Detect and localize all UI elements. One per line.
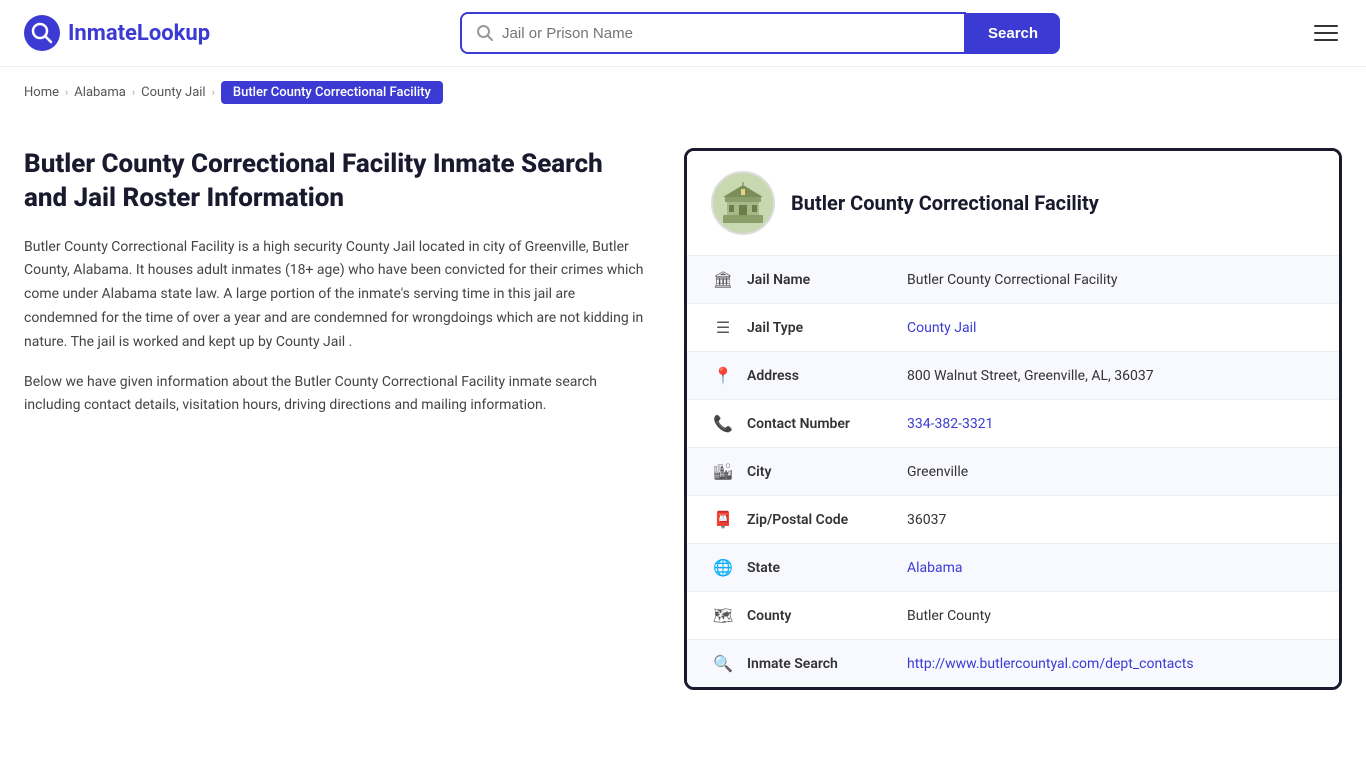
row-icon: 🏛 <box>711 270 735 289</box>
row-value[interactable]: County Jail <box>907 320 976 336</box>
search-input-wrapper <box>460 12 966 54</box>
row-label: County <box>747 608 907 624</box>
main-content: Butler County Correctional Facility Inma… <box>0 118 1366 720</box>
card-header: Butler County Correctional Facility <box>687 151 1339 256</box>
card-title: Butler County Correctional Facility <box>791 191 1099 215</box>
row-icon: 🌐 <box>711 558 735 577</box>
logo-text: InmateLookup <box>68 21 210 46</box>
header: InmateLookup Search <box>0 0 1366 67</box>
table-row: 📮 Zip/Postal Code36037 <box>687 496 1339 544</box>
page-desc-2: Below we have given information about th… <box>24 371 644 419</box>
table-row: 🗺 CountyButler County <box>687 592 1339 640</box>
row-label: Inmate Search <box>747 656 907 672</box>
row-icon: ☰ <box>711 318 735 337</box>
facility-image <box>711 171 775 235</box>
table-row: 🔍 Inmate Searchhttp://www.butlercountyal.… <box>687 640 1339 687</box>
search-input[interactable] <box>502 25 950 42</box>
page-title: Butler County Correctional Facility Inma… <box>24 148 644 216</box>
page-desc-1: Butler County Correctional Facility is a… <box>24 236 644 355</box>
row-icon: 🗺 <box>711 606 735 625</box>
breadcrumb-sep-3: › <box>212 86 215 99</box>
row-label: Contact Number <box>747 416 907 432</box>
breadcrumb: Home › Alabama › County Jail › Butler Co… <box>0 67 1366 118</box>
breadcrumb-county-jail[interactable]: County Jail <box>141 85 205 100</box>
table-row: 🏛 Jail NameButler County Correctional Fac… <box>687 256 1339 304</box>
search-icon <box>476 24 494 42</box>
search-button[interactable]: Search <box>966 13 1060 54</box>
menu-line-2 <box>1314 32 1338 34</box>
info-rows: 🏛 Jail NameButler County Correctional Fac… <box>687 256 1339 687</box>
row-icon: 🏙 <box>711 462 735 481</box>
row-link[interactable]: Alabama <box>907 560 963 576</box>
facility-card: Butler County Correctional Facility 🏛 Jai… <box>684 148 1342 690</box>
row-value: Butler County Correctional Facility <box>907 272 1118 288</box>
row-value: Butler County <box>907 608 991 624</box>
row-link[interactable]: http://www.butlercountyal.com/dept_conta… <box>907 656 1194 672</box>
row-label: State <box>747 560 907 576</box>
breadcrumb-alabama[interactable]: Alabama <box>74 85 126 100</box>
row-label: Jail Type <box>747 320 907 336</box>
table-row: 📞 Contact Number334-382-3321 <box>687 400 1339 448</box>
hamburger-menu-button[interactable] <box>1310 21 1342 45</box>
logo[interactable]: InmateLookup <box>24 15 210 51</box>
row-label: City <box>747 464 907 480</box>
row-icon: 📍 <box>711 366 735 385</box>
row-label: Zip/Postal Code <box>747 512 907 528</box>
table-row: ☰ Jail TypeCounty Jail <box>687 304 1339 352</box>
row-value: Greenville <box>907 464 968 480</box>
breadcrumb-home[interactable]: Home <box>24 85 59 100</box>
breadcrumb-sep-2: › <box>132 86 135 99</box>
row-label: Address <box>747 368 907 384</box>
table-row: 🏙 CityGreenville <box>687 448 1339 496</box>
search-bar: Search <box>460 12 1060 54</box>
row-value[interactable]: http://www.butlercountyal.com/dept_conta… <box>907 656 1194 672</box>
menu-line-3 <box>1314 39 1338 41</box>
menu-line-1 <box>1314 25 1338 27</box>
row-link[interactable]: County Jail <box>907 320 976 336</box>
row-label: Jail Name <box>747 272 907 288</box>
row-value[interactable]: Alabama <box>907 560 963 576</box>
logo-icon <box>24 15 60 51</box>
row-link[interactable]: 334-382-3321 <box>907 416 993 432</box>
row-value[interactable]: 334-382-3321 <box>907 416 993 432</box>
row-icon: 📮 <box>711 510 735 529</box>
table-row: 🌐 StateAlabama <box>687 544 1339 592</box>
row-value: 36037 <box>907 512 946 528</box>
breadcrumb-sep-1: › <box>65 86 68 99</box>
table-row: 📍 Address800 Walnut Street, Greenville, A… <box>687 352 1339 400</box>
row-icon: 📞 <box>711 414 735 433</box>
breadcrumb-current: Butler County Correctional Facility <box>221 81 443 104</box>
row-value: 800 Walnut Street, Greenville, AL, 36037 <box>907 368 1154 384</box>
row-icon: 🔍 <box>711 654 735 673</box>
left-content: Butler County Correctional Facility Inma… <box>24 148 644 690</box>
